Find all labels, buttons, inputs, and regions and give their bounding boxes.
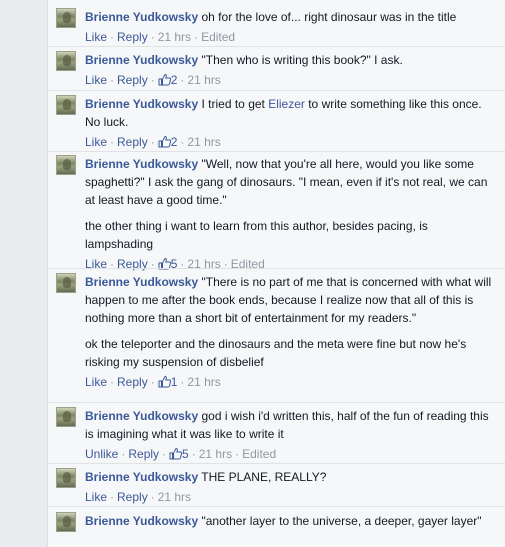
thumbs-up-icon[interactable] xyxy=(169,447,183,460)
comment-author[interactable]: Brienne Yudkowsky xyxy=(85,97,198,111)
comment-actions: Like · Reply · 1 · 21 hrs xyxy=(85,375,221,389)
comment-author[interactable]: Brienne Yudkowsky xyxy=(85,470,198,484)
divider xyxy=(48,90,505,91)
comment-text-continued: the other thing i want to learn from thi… xyxy=(85,219,428,251)
comment-text: I tried to get xyxy=(201,97,269,111)
like-button[interactable]: Like xyxy=(85,135,107,149)
avatar[interactable] xyxy=(56,51,76,71)
divider xyxy=(48,268,505,269)
comment-author[interactable]: Brienne Yudkowsky xyxy=(85,157,198,171)
reply-button[interactable]: Reply xyxy=(117,490,148,504)
comment-actions: Unlike · Reply · 5 · 21 hrs · Edited xyxy=(85,447,277,461)
unlike-button[interactable]: Unlike xyxy=(85,447,118,461)
like-button[interactable]: Like xyxy=(85,73,107,87)
comment-text: THE PLANE, REALLY? xyxy=(201,470,327,484)
like-count[interactable]: 5 xyxy=(182,447,189,461)
divider xyxy=(48,402,505,403)
like-button[interactable]: Like xyxy=(85,375,107,389)
reply-button[interactable]: Reply xyxy=(117,30,148,44)
avatar[interactable] xyxy=(56,512,76,532)
thumbs-up-icon[interactable] xyxy=(158,135,171,148)
divider xyxy=(48,46,505,47)
avatar[interactable] xyxy=(56,8,76,28)
reply-button[interactable]: Reply xyxy=(117,73,148,87)
comment-text: "another layer to the universe, a deeper… xyxy=(201,514,482,528)
comment-actions: Like · Reply · 21 hrs xyxy=(85,490,192,504)
comment-author[interactable]: Brienne Yudkowsky xyxy=(85,409,198,423)
comment-author[interactable]: Brienne Yudkowsky xyxy=(85,53,198,67)
mention-link[interactable]: Eliezer xyxy=(268,97,305,111)
reply-button[interactable]: Reply xyxy=(128,447,159,461)
timestamp[interactable]: 21 hrs xyxy=(187,73,220,87)
timestamp[interactable]: 21 hrs xyxy=(158,30,191,44)
thumbs-up-icon[interactable] xyxy=(158,375,171,388)
avatar[interactable] xyxy=(56,273,76,293)
divider xyxy=(48,151,505,152)
like-button[interactable]: Like xyxy=(85,490,107,504)
timestamp[interactable]: 21 hrs xyxy=(199,447,232,461)
comment-actions: Like · Reply · 2 · 21 hrs xyxy=(85,73,221,87)
timestamp[interactable]: 21 hrs xyxy=(158,490,191,504)
comment-author[interactable]: Brienne Yudkowsky xyxy=(85,10,198,24)
comment-actions: Like · Reply · 21 hrs · Edited xyxy=(85,30,236,44)
comment-author[interactable]: Brienne Yudkowsky xyxy=(85,275,198,289)
comments-page: Brienne Yudkowsky oh for the love of... … xyxy=(0,0,505,547)
avatar[interactable] xyxy=(56,155,76,175)
avatar[interactable] xyxy=(56,407,76,427)
divider xyxy=(48,506,505,507)
comment-actions: Like · Reply · 2 · 21 hrs xyxy=(85,135,221,149)
comment-text: "Then who is writing this book?" I ask. xyxy=(201,53,403,67)
reply-button[interactable]: Reply xyxy=(117,375,148,389)
divider xyxy=(48,463,505,464)
comment-text-continued: ok the teleporter and the dinosaurs and … xyxy=(85,337,467,369)
timestamp[interactable]: 21 hrs xyxy=(187,375,220,389)
comment-text: oh for the love of... right dinosaur was… xyxy=(201,10,457,24)
thumbs-up-icon[interactable] xyxy=(158,73,171,86)
avatar[interactable] xyxy=(56,468,76,488)
like-button[interactable]: Like xyxy=(85,30,107,44)
timestamp[interactable]: 21 hrs xyxy=(187,135,220,149)
edited-label[interactable]: Edited xyxy=(242,447,276,461)
avatar[interactable] xyxy=(56,95,76,115)
comment-author[interactable]: Brienne Yudkowsky xyxy=(85,514,198,528)
comment-actions: Like · Reply · 5 · 21 hrs · Edited xyxy=(85,257,265,271)
edited-label[interactable]: Edited xyxy=(201,30,235,44)
reply-button[interactable]: Reply xyxy=(117,135,148,149)
